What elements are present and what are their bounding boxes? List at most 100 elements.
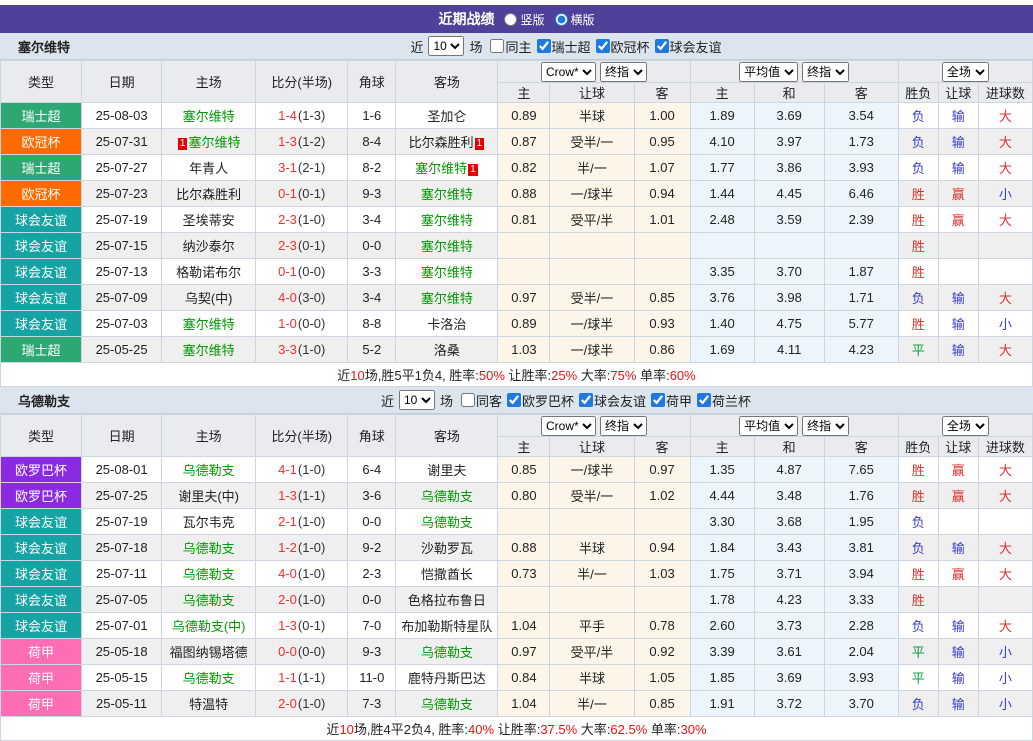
- match-count-select[interactable]: 10: [398, 390, 435, 410]
- away-team: 鹿特丹斯巴达: [395, 664, 499, 691]
- handicap-line: 半球: [549, 534, 635, 561]
- score: 4-0(3-0): [255, 284, 349, 311]
- avg-home-odds: 1.44: [689, 180, 755, 207]
- filter-checkbox-input-1[interactable]: [506, 393, 521, 407]
- avg-source-select[interactable]: 平均值: [739, 61, 799, 82]
- avg-home-odds: 1.78: [689, 586, 755, 613]
- table-row: 荷甲 25-05-15 乌德勒支 1-1(1-1) 11-0 鹿特丹斯巴达 0.84 半球 1.…: [0, 664, 1033, 691]
- summary-segment: 让胜率:: [504, 368, 552, 383]
- summary-row: 近10场,胜4平2负4, 胜率:40% 让胜率:37.5% 大率:62.5% 单…: [0, 716, 1033, 741]
- layout-radio-vertical[interactable]: 竖版: [504, 11, 545, 28]
- away-team: 圣加仑: [395, 102, 499, 129]
- fulltime-score: 2-0: [278, 592, 297, 607]
- filter-checkbox-input-2[interactable]: [579, 393, 593, 407]
- team-label: 纳沙泰尔: [182, 239, 235, 254]
- avg-stage-select[interactable]: 终指: [802, 415, 850, 436]
- halftime-score: (0-0): [297, 316, 326, 331]
- corner-score: 9-3: [347, 180, 397, 207]
- scope-select[interactable]: 全场: [941, 61, 989, 82]
- summary-row: 近10场,胜5平1负4, 胜率:50% 让胜率:25% 大率:75% 单率:60…: [0, 362, 1033, 387]
- team-label: 塞尔维特: [420, 239, 473, 254]
- filter-checkbox-input-4[interactable]: [697, 393, 712, 407]
- vertical-radio-input[interactable]: [504, 12, 518, 26]
- avg-stage-select[interactable]: 终指: [802, 61, 850, 82]
- filter-checkbox-1[interactable]: 欧罗巴杯: [502, 391, 574, 410]
- odds-stage-select[interactable]: 终指: [599, 415, 647, 436]
- filter-checkbox-0[interactable]: 同主: [485, 37, 532, 56]
- corner-score: 9-2: [347, 534, 397, 561]
- filter-checkbox-input-0[interactable]: [460, 393, 475, 407]
- avg-draw-odds: 4.11: [753, 336, 825, 363]
- match-date: 25-05-25: [81, 336, 163, 363]
- team-label: 乌德勒支: [420, 515, 473, 530]
- filter-checkbox-4[interactable]: 荷兰杯: [692, 391, 751, 410]
- result-label: 负: [911, 291, 925, 306]
- column-header: 客场: [395, 60, 499, 103]
- filter-checkbox-input-2[interactable]: [595, 39, 610, 53]
- handicap-home-odds: 0.80: [497, 482, 551, 509]
- league-badge: 荷甲: [0, 690, 83, 717]
- sub-column-header: 主: [689, 82, 755, 103]
- corner-score: 8-8: [347, 310, 397, 337]
- avg-away-odds: 4.23: [823, 336, 899, 363]
- filter-checkbox-0[interactable]: 同客: [456, 391, 502, 410]
- halftime-score: (3-0): [297, 290, 326, 305]
- result-winloss: 胜: [897, 586, 939, 613]
- sub-column-header: 让球: [549, 436, 635, 457]
- home-team: 乌德勒支: [161, 586, 257, 613]
- result-handicap: 输: [937, 154, 979, 181]
- result-label: 输: [951, 619, 965, 634]
- league-badge: 球会友谊: [0, 232, 83, 259]
- games-label: 场: [439, 393, 453, 409]
- team-label: 塞尔维特: [182, 343, 235, 358]
- avg-away-odds: 2.04: [823, 638, 899, 665]
- score: 1-4(1-3): [255, 102, 349, 129]
- filter-checkbox-1[interactable]: 瑞士超: [532, 37, 591, 56]
- table-row: 球会友谊 25-07-01 乌德勒支(中) 1-3(0-1) 7-0 布加勒斯特星队 1.0…: [0, 612, 1033, 639]
- filter-checkbox-3[interactable]: 球会友谊: [650, 37, 722, 56]
- odds-source-select[interactable]: Crow*: [540, 415, 596, 436]
- filter-checkbox-input-0[interactable]: [490, 39, 505, 53]
- result-goals: 大: [977, 102, 1033, 129]
- filter-checkbox-2[interactable]: 球会友谊: [574, 391, 646, 410]
- filter-checkbox-input-1[interactable]: [536, 39, 551, 53]
- column-header: 日期: [81, 414, 163, 457]
- filter-checkbox-2[interactable]: 欧冠杯: [591, 37, 650, 56]
- match-date: 25-05-11: [81, 690, 163, 717]
- league-badge: 球会友谊: [0, 258, 83, 285]
- near-label: 近: [410, 39, 424, 55]
- filter-checkbox-input-3[interactable]: [654, 39, 669, 53]
- odds-source-select[interactable]: Crow*: [540, 61, 596, 82]
- handicap-line: 受平/半: [549, 638, 635, 665]
- fulltime-score: 1-3: [278, 134, 297, 149]
- sub-column-header: 和: [753, 82, 825, 103]
- match-count-select[interactable]: 10: [428, 36, 465, 56]
- handicap-home-odds: 0.73: [497, 560, 551, 587]
- result-label: 胜: [911, 317, 925, 332]
- scope-select[interactable]: 全场: [941, 415, 989, 436]
- odds-stage-select[interactable]: 终指: [599, 61, 647, 82]
- handicap-away-odds: 1.07: [633, 154, 691, 181]
- away-team: 谢里夫: [395, 456, 499, 483]
- halftime-score: (1-0): [297, 462, 326, 477]
- layout-radio-horizontal[interactable]: 横版: [554, 11, 595, 28]
- column-header: 比分(半场): [255, 414, 349, 457]
- team-label: 卡洛治: [427, 317, 467, 332]
- avg-source-select[interactable]: 平均值: [739, 415, 799, 436]
- home-team: 谢里夫(中): [161, 482, 257, 509]
- filter-checkbox-input-3[interactable]: [651, 393, 666, 407]
- corner-score: 0-0: [347, 586, 397, 613]
- table-row: 球会友谊 25-07-09 乌契(中) 4-0(3-0) 3-4 塞尔维特 0.97 受半/一…: [0, 284, 1033, 311]
- result-label: 输: [951, 135, 965, 150]
- filter-checkbox-3[interactable]: 荷甲: [646, 391, 692, 410]
- halftime-score: (0-1): [297, 238, 326, 253]
- result-label: 大: [998, 135, 1012, 150]
- result-handicap: 赢: [937, 560, 979, 587]
- result-winloss: 胜: [897, 258, 939, 285]
- horizontal-radio-label: 横版: [570, 12, 595, 27]
- team-label: 圣加仑: [427, 109, 467, 124]
- result-label: 胜: [911, 489, 925, 504]
- team-label: 比尔森胜利: [176, 187, 242, 202]
- avg-away-odds: 3.94: [823, 560, 899, 587]
- horizontal-radio-input[interactable]: [554, 12, 568, 26]
